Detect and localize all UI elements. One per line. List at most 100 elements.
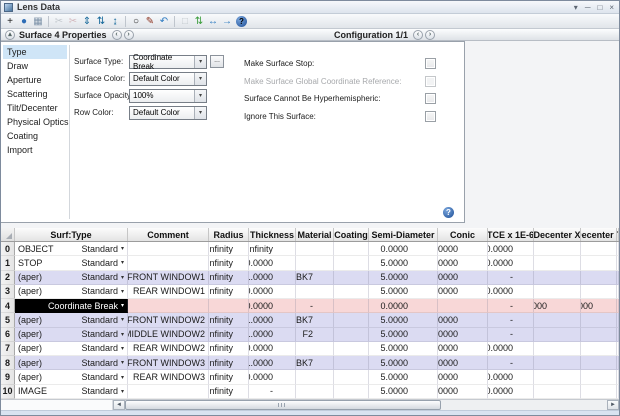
surface-type-dropdown[interactable]: Standard ▾ (81, 244, 124, 254)
horizontal-scrollbar[interactable]: ◄ ► (1, 399, 619, 410)
cell-conic[interactable]: 0.0000 (438, 256, 488, 271)
cell-conic[interactable]: 0.0000 (438, 370, 488, 385)
combo-row-color-[interactable]: Default Color ▾ (129, 105, 207, 120)
cell-thickness[interactable]: - (249, 384, 296, 399)
cell-decenter_x[interactable] (534, 256, 581, 271)
cell-radius[interactable]: Infinity (209, 356, 249, 371)
surface-type-dropdown[interactable]: Standard ▾ (81, 286, 124, 296)
cell-tce[interactable]: 0.0000 (488, 242, 534, 257)
cell-coating[interactable] (334, 270, 369, 285)
row-number-cell[interactable]: 8 (1, 356, 15, 371)
surface-type-cell[interactable]: (aper) Standard ▾ (15, 341, 128, 357)
cell-decenter_x[interactable] (534, 284, 581, 300)
surface-type-dropdown[interactable]: Standard ▾ (81, 315, 124, 325)
cell-thickness[interactable]: Infinity (249, 242, 296, 257)
cell-comment[interactable] (128, 384, 209, 399)
cell-material[interactable]: F2 (296, 327, 334, 342)
row-number-cell[interactable]: 3 (1, 284, 15, 300)
checkbox-ignore-this-surface-[interactable] (425, 110, 436, 122)
cell-decenter_x[interactable] (534, 384, 581, 399)
checkbox-surface-cannot-be-hyperhemispheric-[interactable] (425, 93, 436, 105)
cell-material[interactable]: N-BK7 (296, 313, 334, 328)
cell-coating[interactable] (334, 370, 369, 385)
window-menu-button[interactable]: ▾ (574, 3, 578, 12)
cell-decenter_y[interactable] (581, 313, 617, 328)
cell-decenter_x[interactable] (534, 313, 581, 328)
column-header-thickness[interactable]: Thickness (249, 228, 296, 241)
prev-configuration-button[interactable]: ‹ (413, 30, 423, 40)
row-number-cell[interactable]: 2 (1, 270, 15, 285)
cell-material[interactable]: N-BK7 (296, 356, 334, 371)
nav-item-draw[interactable]: Draw (3, 59, 67, 73)
column-header-conic[interactable]: Conic (438, 228, 488, 241)
row-number-cell[interactable]: 5 (1, 313, 15, 328)
combo-surface-type-[interactable]: Coordinate Break ▾ (129, 53, 207, 71)
cell-material[interactable] (296, 370, 334, 385)
row-number-cell[interactable]: 4 (1, 299, 15, 314)
surface-type-cell[interactable]: (aper) Standard ▾ (15, 370, 128, 385)
column-header-semi_diameter[interactable]: Semi-Diameter (369, 228, 438, 241)
surface-type-dropdown[interactable]: Standard ▾ (81, 258, 124, 268)
cell-ti[interactable] (617, 384, 619, 399)
combo-surface-opacity-[interactable]: 100% ▾ (129, 88, 207, 103)
cell-radius[interactable]: Infinity (209, 270, 249, 285)
cell-decenter_x[interactable] (534, 270, 581, 285)
surface-type-dropdown[interactable]: Standard ▾ (81, 343, 124, 353)
cell-comment[interactable]: FRONT WINDOW1 (128, 270, 209, 285)
cell-comment[interactable] (128, 299, 209, 314)
cell-tce[interactable]: 0.0000 (488, 284, 534, 300)
column-header-material[interactable]: Material (296, 228, 334, 241)
cell-comment[interactable]: FRONT WINDOW2 (128, 313, 209, 328)
cell-tce[interactable]: - (488, 313, 534, 328)
nav-item-import[interactable]: Import (3, 143, 67, 157)
cell-tce[interactable]: 0.0000 (488, 370, 534, 385)
nav-item-type[interactable]: Type (3, 45, 67, 59)
help-icon[interactable]: ? (236, 15, 247, 27)
split-arrows-icon[interactable]: ⇅ (94, 15, 108, 28)
cell-thickness[interactable]: 10.0000 (249, 370, 296, 385)
surface-type-dropdown[interactable]: Standard ▾ (81, 358, 124, 368)
cell-radius[interactable]: Infinity (209, 341, 249, 357)
cell-comment[interactable]: REAR WINDOW1 (128, 284, 209, 300)
cell-comment[interactable]: REAR WINDOW3 (128, 370, 209, 385)
cell-comment[interactable] (128, 242, 209, 257)
cell-ti[interactable] (617, 242, 619, 257)
cell-coating[interactable] (334, 313, 369, 328)
cell-decenter_y[interactable] (581, 370, 617, 385)
cell-decenter_y[interactable] (581, 356, 617, 371)
column-header-surf[interactable]: Surf:Type (15, 228, 128, 241)
cell-semi_diameter[interactable]: 5.0000 (369, 384, 438, 399)
column-header-num[interactable] (1, 228, 15, 241)
scroll-left-button[interactable]: ◄ (113, 400, 125, 410)
cell-conic[interactable]: 0.0000 (438, 313, 488, 328)
surface-type-cell[interactable]: (aper) Standard ▾ (15, 327, 128, 342)
cell-decenter_x[interactable]: 0.0000 (534, 299, 581, 314)
cell-thickness[interactable]: 1.0000 (249, 356, 296, 371)
right-arrow-icon[interactable]: → (220, 15, 234, 28)
cell-semi_diameter[interactable]: 5.0000 (369, 256, 438, 271)
nav-item-scattering[interactable]: Scattering (3, 87, 67, 101)
column-header-coating[interactable]: Coating (334, 228, 369, 241)
cell-thickness[interactable]: 10.0000 (249, 256, 296, 271)
cell-ti[interactable] (617, 256, 619, 271)
cell-coating[interactable] (334, 356, 369, 371)
cell-material[interactable]: - (296, 299, 334, 314)
cell-decenter_y[interactable] (581, 384, 617, 399)
cell-ti[interactable] (617, 356, 619, 371)
left-right-arrow-icon[interactable]: ↔ (206, 15, 220, 28)
cell-radius[interactable]: Infinity (209, 370, 249, 385)
cell-decenter_x[interactable] (534, 327, 581, 342)
surface-type-dropdown[interactable]: Standard ▾ (81, 386, 124, 396)
next-configuration-button[interactable]: › (425, 30, 435, 40)
nav-item-coating[interactable]: Coating (3, 129, 67, 143)
cell-thickness[interactable]: 1.0000 (249, 313, 296, 328)
cell-decenter_x[interactable] (534, 356, 581, 371)
nav-item-physical-optics[interactable]: Physical Optics (3, 115, 69, 129)
surface-type-dropdown[interactable]: Coordinate Break ▾ (48, 301, 124, 311)
cell-ti[interactable] (617, 313, 619, 328)
cell-semi_diameter[interactable]: 5.0000 (369, 270, 438, 285)
row-number-cell[interactable]: 10 (1, 384, 15, 399)
cell-ti[interactable] (617, 341, 619, 357)
cell-coating[interactable] (334, 341, 369, 357)
surface-type-dropdown[interactable]: Standard ▾ (81, 272, 124, 282)
